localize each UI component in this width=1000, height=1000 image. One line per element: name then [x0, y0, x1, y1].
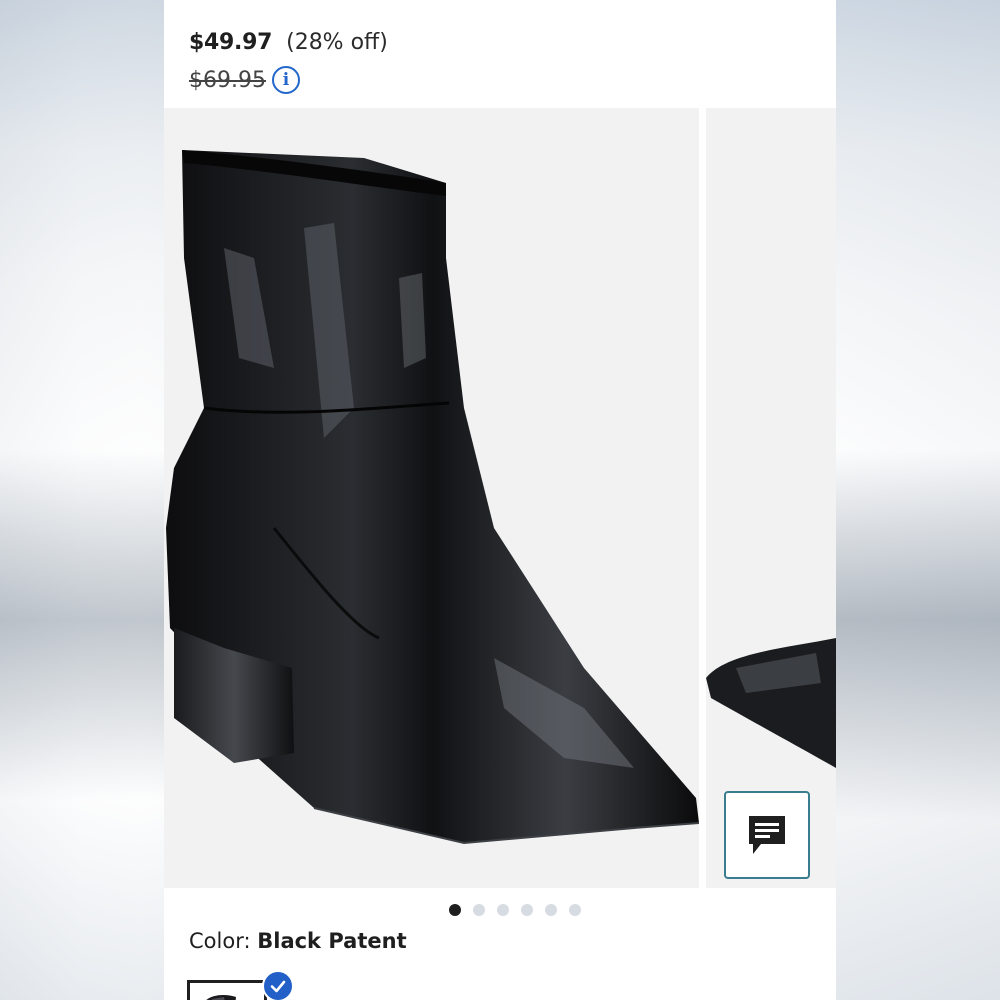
product-panel: $49.97 (28% off) $69.95 i Color: Black P…	[164, 0, 836, 1000]
product-image-main[interactable]	[164, 108, 699, 888]
discount-percent: (28% off)	[286, 30, 388, 55]
pagination-dot[interactable]	[473, 904, 485, 916]
sale-price: $49.97	[189, 30, 273, 55]
boot-image	[166, 150, 699, 845]
original-price-row: $69.95 i	[189, 66, 300, 94]
chat-icon	[749, 816, 785, 854]
selected-check-badge	[262, 970, 294, 1000]
pagination-dot[interactable]	[545, 904, 557, 916]
product-image-next[interactable]	[706, 108, 836, 888]
original-price: $69.95	[189, 67, 266, 93]
color-selection-label: Color: Black Patent	[189, 929, 407, 953]
pagination-dot[interactable]	[449, 904, 461, 916]
gallery-pagination	[164, 904, 836, 916]
pagination-dot[interactable]	[569, 904, 581, 916]
background-blur-right	[836, 0, 1000, 1000]
boot-image-partial	[706, 638, 836, 768]
pagination-dot[interactable]	[521, 904, 533, 916]
image-gallery[interactable]	[164, 108, 836, 888]
pagination-dot[interactable]	[497, 904, 509, 916]
color-swatch-black-patent[interactable]	[187, 980, 267, 1000]
price-row: $49.97 (28% off)	[189, 30, 388, 55]
color-value: Black Patent	[257, 929, 407, 953]
background-blur-left	[0, 0, 164, 1000]
swatch-thumbnail	[206, 995, 236, 1000]
chat-button[interactable]	[724, 791, 810, 879]
info-icon[interactable]: i	[271, 66, 300, 94]
check-icon	[270, 980, 286, 993]
color-label: Color:	[189, 929, 251, 953]
